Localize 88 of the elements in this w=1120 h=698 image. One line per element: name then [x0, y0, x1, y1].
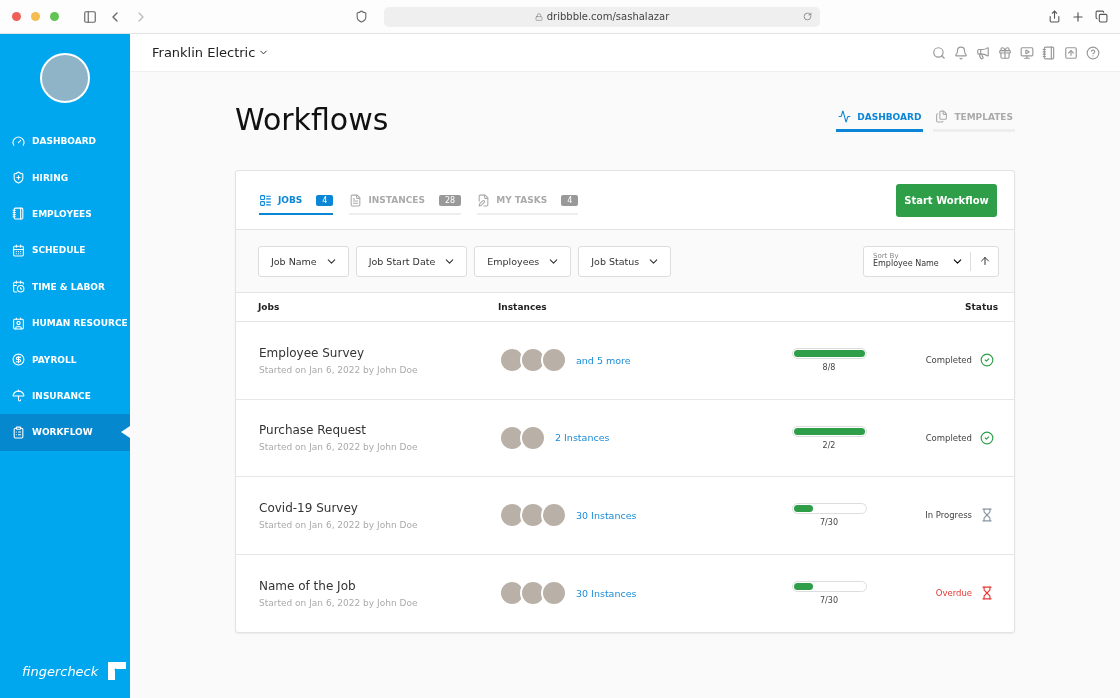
filter-dropdown[interactable]: Job Status — [578, 245, 672, 277]
address-field[interactable]: dribbble.com/sashalazar — [384, 6, 820, 27]
job-name: Employee Survey — [259, 345, 365, 360]
filter-dropdown[interactable]: Job Name — [258, 245, 349, 277]
list-icon — [259, 193, 272, 207]
avatar — [520, 347, 546, 374]
job-subtitle: Started on Jan 6, 2022 by John Doe — [259, 519, 419, 530]
avatar — [520, 580, 546, 607]
filter-dropdown[interactable]: Employees — [474, 245, 572, 277]
minimize-dot[interactable] — [31, 12, 40, 21]
gauge-icon — [12, 134, 25, 148]
job-name: Name of the Job — [259, 578, 357, 593]
progress-text: 8/8 — [822, 363, 836, 373]
sidebar-item[interactable]: DASHBOARD — [0, 123, 130, 160]
dollar-icon — [12, 353, 25, 367]
sidebar-item[interactable]: WORKFLOW — [0, 414, 130, 451]
start-workflow-button[interactable]: Start Workflow — [896, 183, 997, 217]
close-dot[interactable] — [12, 12, 21, 21]
column-header: Status — [965, 302, 998, 312]
notebook-icon[interactable] — [1042, 45, 1056, 60]
video-icon[interactable] — [1020, 45, 1034, 60]
sidebar-item[interactable]: INSURANCE — [0, 377, 130, 415]
upload-icon[interactable] — [1064, 45, 1078, 60]
documents-icon — [935, 110, 949, 123]
tab[interactable]: MY TASKS 4 — [477, 185, 579, 215]
lock-icon — [534, 12, 543, 21]
status-text: Overdue — [935, 588, 972, 599]
check-circle-icon — [980, 430, 994, 445]
filter-dropdown[interactable]: Job Start Date — [355, 245, 468, 277]
calendar-icon — [12, 243, 25, 257]
reload-icon[interactable] — [803, 12, 812, 21]
brand-name: fingercheck — [22, 663, 99, 679]
pointer-triangle — [121, 426, 130, 439]
progress-text: 7/30 — [820, 596, 838, 606]
column-header: Instances — [498, 302, 548, 312]
calendar-clock-icon — [12, 280, 25, 294]
tab[interactable]: JOBS 4 — [259, 185, 334, 215]
view-tab[interactable]: TEMPLATES — [933, 110, 1015, 132]
sidebar-item[interactable]: HIRING — [0, 159, 130, 196]
notebook-icon — [12, 207, 25, 221]
job-name: Covid-19 Survey — [259, 500, 359, 515]
clipboard-icon — [12, 425, 25, 439]
megaphone-icon[interactable] — [976, 45, 990, 60]
sidebar-toggle-icon[interactable] — [83, 9, 97, 24]
instances-link[interactable]: 30 Instances — [576, 509, 637, 521]
help-icon[interactable] — [1086, 45, 1100, 60]
tab[interactable]: INSTANCES 28 — [349, 185, 462, 215]
share-icon[interactable] — [1048, 10, 1061, 23]
umbrella-icon — [12, 389, 25, 403]
page-title: Workflows — [235, 102, 389, 137]
avatar — [520, 502, 546, 529]
column-header: Jobs — [258, 302, 281, 312]
status-text: Completed — [925, 432, 972, 443]
search-icon[interactable] — [932, 45, 946, 60]
arrow-up-icon[interactable] — [978, 255, 991, 267]
gift-icon[interactable] — [998, 45, 1012, 60]
pulse-icon — [838, 110, 852, 123]
shield-icon — [12, 171, 25, 185]
instances-link[interactable]: and 5 more — [576, 354, 631, 366]
avatar[interactable] — [40, 53, 90, 103]
view-tab[interactable]: DASHBOARD — [836, 110, 924, 132]
contact-icon — [12, 316, 25, 330]
hourglass-icon — [980, 508, 994, 523]
sidebar-item[interactable]: HUMAN RESOURCE — [0, 304, 130, 342]
status-text: In Progress — [925, 510, 972, 521]
job-name: Purchase Request — [259, 423, 368, 438]
instances-link[interactable]: 30 Instances — [576, 587, 637, 599]
sidebar-item[interactable]: TIME & LABOR — [0, 268, 130, 305]
edit-document-icon — [477, 193, 491, 207]
shield-icon[interactable] — [355, 10, 368, 23]
sidebar-item[interactable]: SCHEDULE — [0, 232, 130, 269]
zoom-dot[interactable] — [50, 12, 59, 21]
progress-text: 2/2 — [822, 440, 836, 450]
sidebar-item[interactable]: EMPLOYEES — [0, 195, 130, 233]
company-dropdown[interactable]: Franklin Electric — [152, 45, 270, 60]
tabs-icon[interactable] — [1095, 10, 1108, 23]
new-tab-icon[interactable] — [1071, 9, 1085, 24]
hourglass-icon — [980, 586, 994, 601]
bell-icon[interactable] — [954, 45, 968, 60]
instances-link[interactable]: 2 Instances — [555, 432, 610, 444]
document-icon — [349, 193, 363, 207]
job-subtitle: Started on Jan 6, 2022 by John Doe — [259, 442, 419, 453]
job-subtitle: Started on Jan 6, 2022 by John Doe — [259, 597, 419, 608]
check-circle-icon — [980, 353, 994, 368]
progress-text: 7/30 — [820, 518, 838, 528]
job-subtitle: Started on Jan 6, 2022 by John Doe — [259, 364, 419, 375]
sidebar-item[interactable]: PAYROLL — [0, 341, 130, 378]
status-text: Completed — [925, 355, 972, 366]
